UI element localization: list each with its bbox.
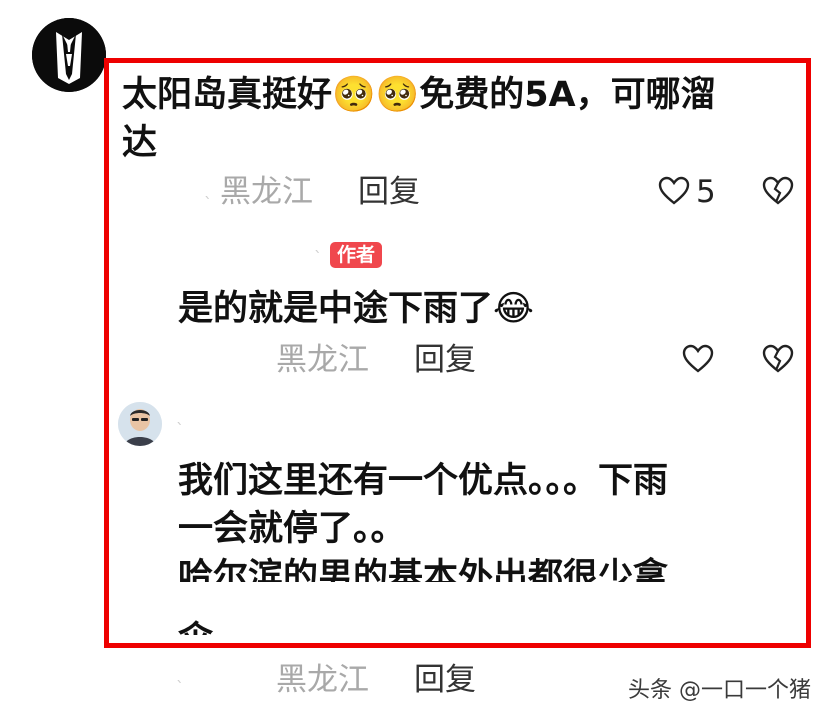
separator-mark: ˎ (314, 234, 322, 253)
heart-outline-icon[interactable] (682, 344, 714, 374)
reply-text-line: 一会就停了。。 (178, 509, 406, 549)
location-label: 黑龙江 (276, 662, 369, 698)
separator-mark: ˎ (204, 180, 212, 199)
watermark-text: 头条 @一口一个猪 (628, 678, 811, 703)
reply-text: 是的就是中途下雨了😂 (178, 284, 534, 334)
watermark: 头条 @一口一个猪 (628, 672, 811, 704)
reply-button[interactable]: 回复 (414, 340, 476, 380)
reply-text-line: 伞。。 (178, 615, 278, 635)
broken-heart-icon[interactable] (762, 344, 794, 374)
replier-avatar[interactable] (118, 402, 162, 446)
user-avatar[interactable] (32, 18, 106, 92)
broken-heart-icon[interactable] (762, 176, 794, 206)
separator-mark: ˎ (176, 406, 184, 425)
reply-button[interactable]: 回复 (358, 172, 420, 212)
comment-text-part: 太阳岛真挺好 (122, 75, 333, 115)
pleading-emoji: 🥺 (375, 75, 420, 115)
reply-text-clip: 伞。。 (178, 615, 278, 635)
suit-avatar-icon (32, 18, 106, 92)
comment-text-line2: 达 (122, 123, 158, 163)
heart-outline-icon[interactable] (658, 176, 690, 206)
location-label: 黑龙江 (220, 174, 313, 210)
person-photo-icon (118, 402, 162, 446)
reply-button[interactable]: 回复 (414, 660, 476, 700)
location-label: 黑龙江 (276, 342, 369, 378)
author-badge: 作者 (330, 242, 383, 268)
reply-text-line: 哈尔滨的男的基本外出都很少拿 (178, 557, 669, 582)
comment-text-part: 免费的5A，可哪溜 (419, 75, 716, 115)
reply-text-line: 我们这里还有一个优点。。。下雨 (178, 461, 669, 501)
like-count: 5 (696, 174, 716, 210)
reply-text-clip: 哈尔滨的男的基本外出都很少拿 (178, 552, 738, 582)
separator-mark: ˎ (176, 664, 184, 683)
laughing-emoji: 😂 (493, 289, 534, 329)
comment-text-line1: 太阳岛真挺好🥺🥺免费的5A，可哪溜 (122, 70, 716, 120)
reply-text-part: 是的就是中途下雨了 (178, 289, 494, 329)
pleading-emoji: 🥺 (332, 75, 376, 115)
